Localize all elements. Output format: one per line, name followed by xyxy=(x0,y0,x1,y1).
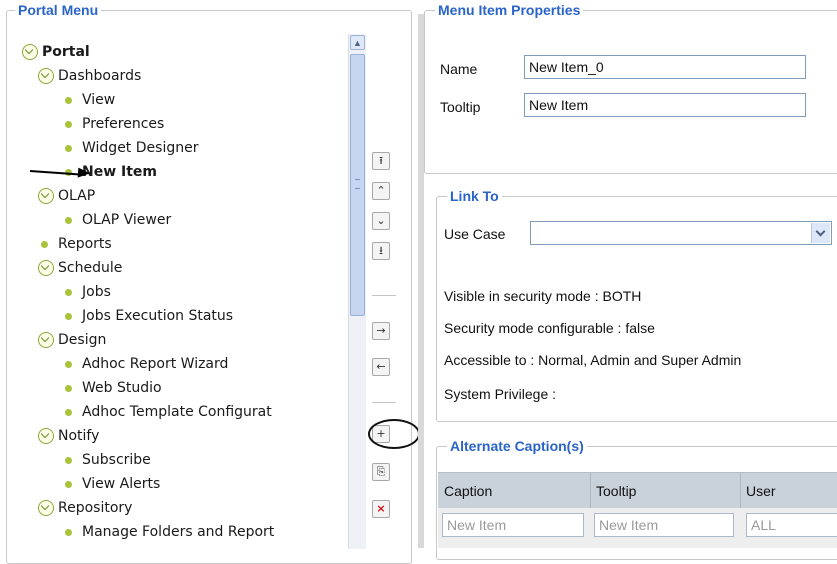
indent-button[interactable]: → xyxy=(372,322,390,340)
tree-scrollbar[interactable]: ▲ xyxy=(348,34,366,549)
tree-item-label: New Item xyxy=(82,164,158,180)
system-privilege-text: System Privilege : xyxy=(444,386,557,402)
outdent-button[interactable]: ← xyxy=(372,358,390,376)
collapse-icon[interactable] xyxy=(38,260,54,276)
grip-icon xyxy=(355,179,360,189)
properties-title: Menu Item Properties xyxy=(438,2,581,18)
bullet-icon xyxy=(65,385,72,392)
bullet-icon xyxy=(65,217,72,224)
bullet-icon xyxy=(65,409,72,416)
tree-item-label: View xyxy=(82,92,116,108)
tree-item-label: Adhoc Template Configurat xyxy=(82,404,272,420)
table-row xyxy=(438,508,837,548)
pointer-arrow-head-icon xyxy=(77,167,91,179)
use-case-label: Use Case xyxy=(444,226,506,242)
tree-item-label: Reports xyxy=(58,236,112,252)
use-case-select[interactable] xyxy=(530,221,832,245)
tooltip-input[interactable] xyxy=(524,93,806,117)
bullet-icon xyxy=(41,241,48,248)
captions-table: Caption Tooltip User xyxy=(438,472,837,548)
bullet-icon xyxy=(65,457,72,464)
move-down-button[interactable]: ⌄ xyxy=(372,212,390,230)
move-top-button[interactable]: ⭱ xyxy=(372,152,390,170)
caption-input[interactable] xyxy=(442,513,584,537)
bullet-icon xyxy=(65,361,72,368)
tree-item-label: OLAP xyxy=(58,188,96,204)
bullet-icon xyxy=(65,481,72,488)
visible-security-text: Visible in security mode : BOTH xyxy=(444,288,642,304)
copy-item-button[interactable]: ⎘ xyxy=(372,463,390,481)
tree-item-label: Dashboards xyxy=(58,68,142,84)
tree-item-label: Portal xyxy=(42,44,90,60)
column-divider xyxy=(590,473,591,509)
tree-item-label: Widget Designer xyxy=(82,140,199,156)
tree-item-label: Adhoc Report Wizard xyxy=(82,356,229,372)
tree-item-label: Jobs Execution Status xyxy=(82,308,234,324)
bullet-icon xyxy=(65,97,72,104)
tree-item-label: Notify xyxy=(58,428,100,444)
column-header-caption: Caption xyxy=(444,483,493,499)
bullet-icon xyxy=(65,313,72,320)
tree-item-label: Jobs xyxy=(82,284,111,300)
collapse-icon[interactable] xyxy=(22,44,38,60)
collapse-icon[interactable] xyxy=(38,332,54,348)
column-header-tooltip: Tooltip xyxy=(596,483,637,499)
tree-item-label: Manage Folders and Report xyxy=(82,524,275,540)
collapse-icon[interactable] xyxy=(38,500,54,516)
table-header: Caption Tooltip User xyxy=(438,472,837,509)
chevron-down-icon[interactable] xyxy=(811,223,830,243)
link-to-title: Link To xyxy=(450,188,499,204)
bullet-icon xyxy=(65,529,72,536)
portal-menu-title: Portal Menu xyxy=(18,2,99,18)
toolbar-divider xyxy=(372,295,396,296)
collapse-icon[interactable] xyxy=(38,68,54,84)
caption-tooltip-input[interactable] xyxy=(594,513,734,537)
tree-item-label: Subscribe xyxy=(82,452,151,468)
scroll-up-arrow-icon[interactable]: ▲ xyxy=(350,35,365,50)
delete-item-button[interactable]: × xyxy=(372,500,390,518)
scroll-thumb[interactable] xyxy=(350,54,365,316)
collapse-icon[interactable] xyxy=(38,188,54,204)
alternate-captions-title: Alternate Caption(s) xyxy=(450,438,584,454)
menu-item-properties-panel: Menu Item Properties xyxy=(424,2,837,174)
tree-item-label: View Alerts xyxy=(82,476,161,492)
caption-user-input[interactable] xyxy=(746,513,837,537)
bullet-icon xyxy=(65,121,72,128)
column-divider xyxy=(740,473,741,509)
name-label: Name xyxy=(440,61,478,77)
bullet-icon xyxy=(65,289,72,296)
move-up-button[interactable]: ⌃ xyxy=(372,182,390,200)
tree-item-label: Preferences xyxy=(82,116,165,132)
move-bottom-button[interactable]: ⭳ xyxy=(372,242,390,260)
add-button-highlight xyxy=(368,419,420,449)
tree-item-label: OLAP Viewer xyxy=(82,212,172,228)
tree-item-label: Repository xyxy=(58,500,133,516)
security-configurable-text: Security mode configurable : false xyxy=(444,320,655,336)
tree-item-label: Web Studio xyxy=(82,380,162,396)
tree-item-label: Schedule xyxy=(58,260,123,276)
accessible-to-text: Accessible to : Normal, Admin and Super … xyxy=(444,352,742,368)
bullet-icon xyxy=(65,145,72,152)
tree-item-label: Design xyxy=(58,332,107,348)
collapse-icon[interactable] xyxy=(38,428,54,444)
column-header-user: User xyxy=(746,483,776,499)
name-input[interactable] xyxy=(524,55,806,79)
portal-menu-tree: Portal Dashboards View Preferences Widge… xyxy=(10,30,345,550)
tooltip-label: Tooltip xyxy=(440,99,481,115)
toolbar-divider xyxy=(372,402,396,403)
